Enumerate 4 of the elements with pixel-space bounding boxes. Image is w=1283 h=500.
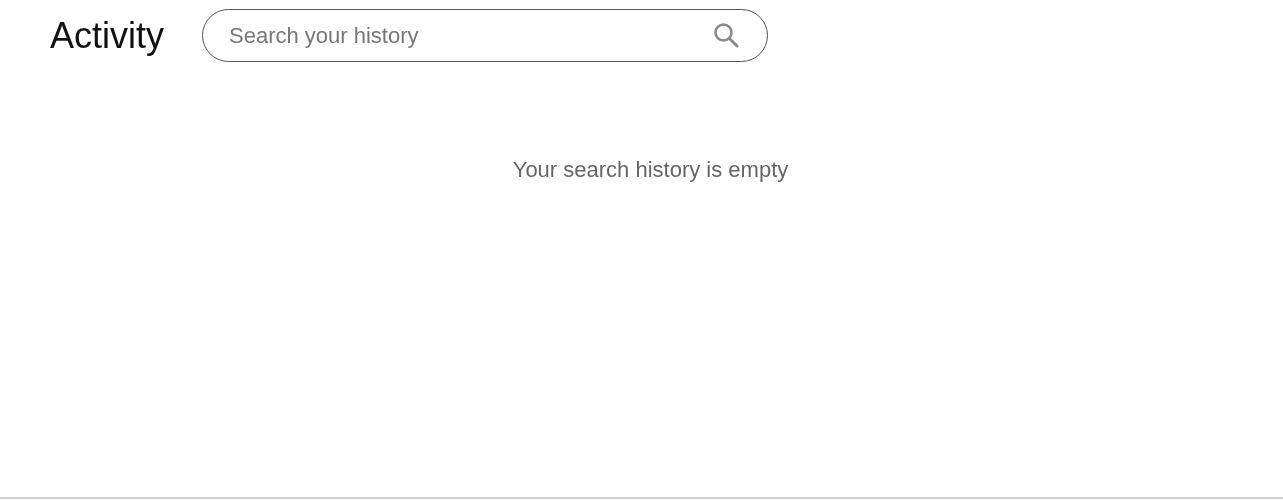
empty-message: Your search history is empty xyxy=(512,157,789,183)
page-title: Activity xyxy=(50,17,164,54)
search-field[interactable]: Search your history xyxy=(202,9,768,62)
search-icon[interactable] xyxy=(713,22,739,48)
